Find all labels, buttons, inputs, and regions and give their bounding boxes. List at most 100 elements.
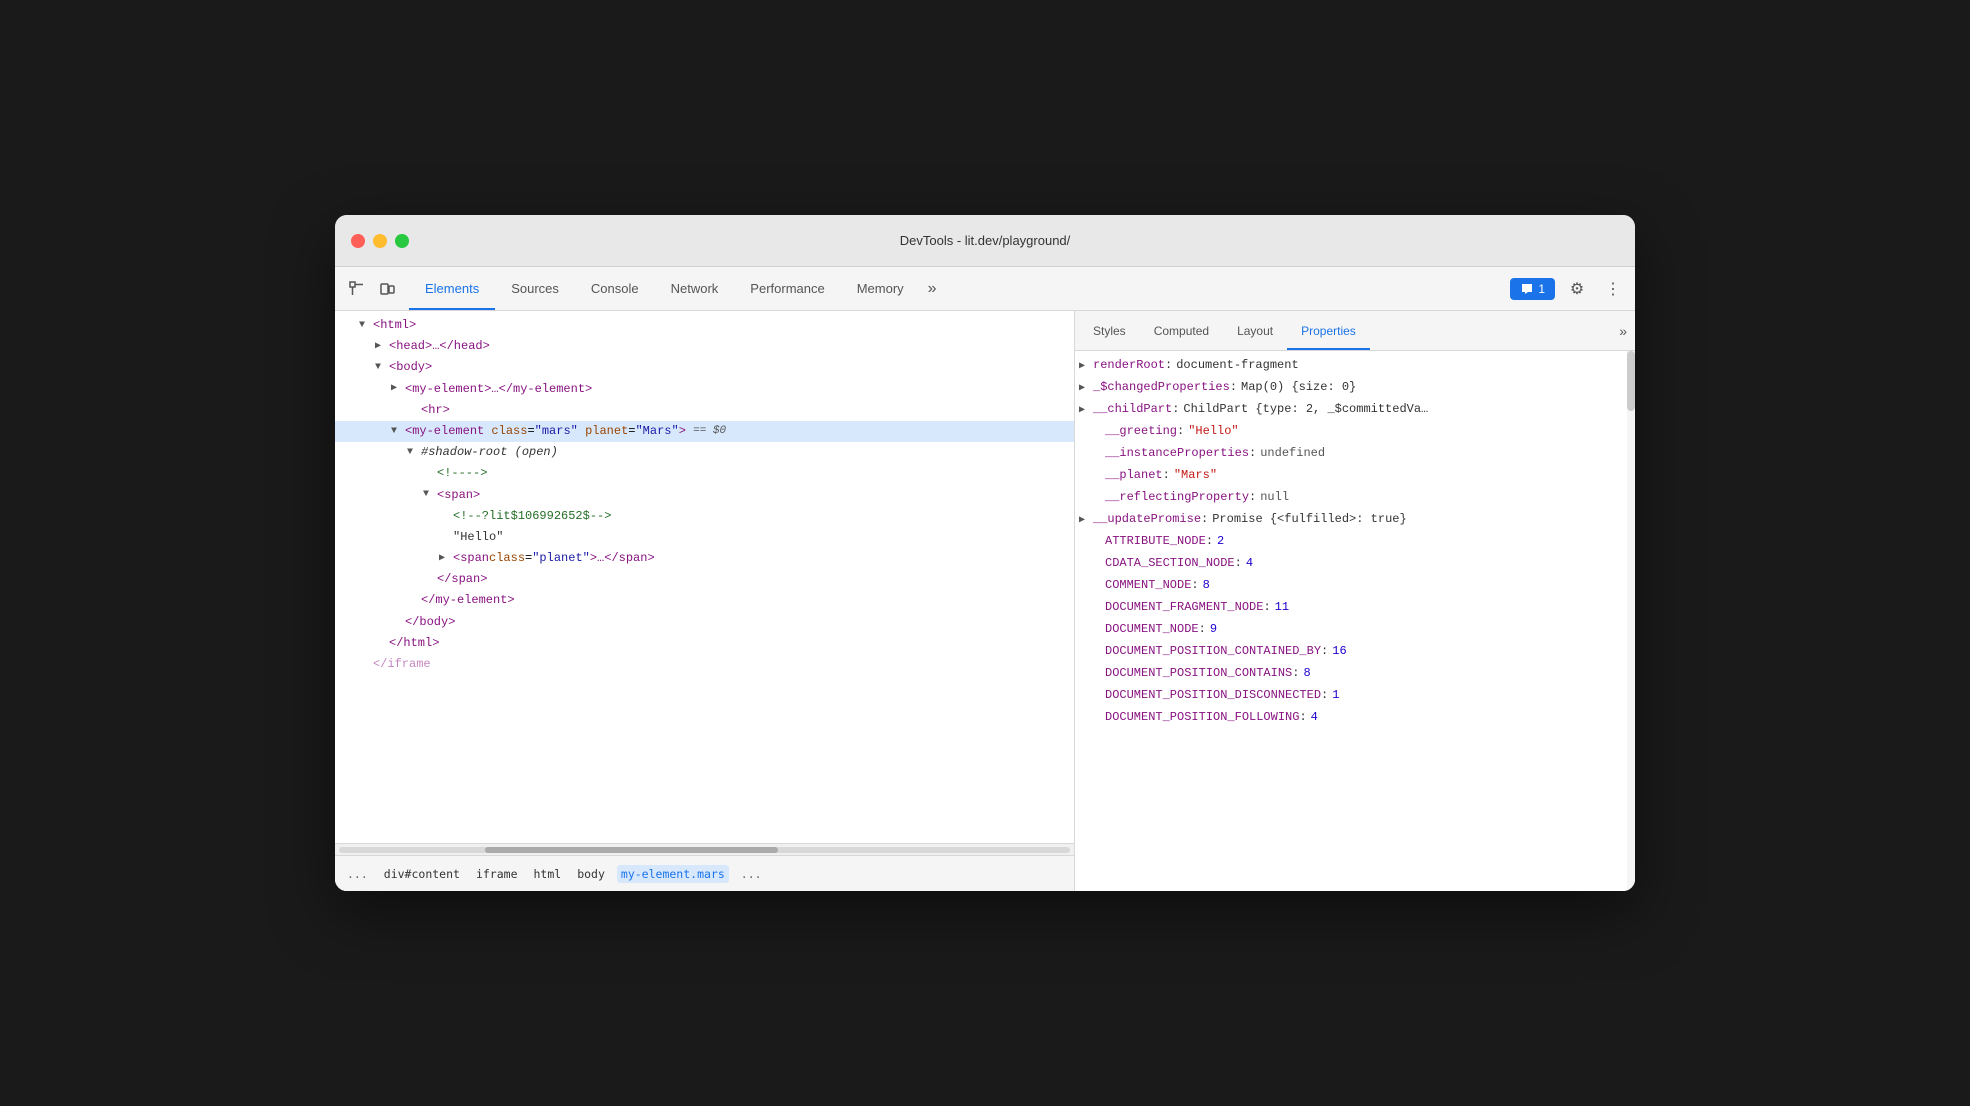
prop-ATTRIBUTE_NODE[interactable]: ATTRIBUTE_NODE : 2: [1075, 531, 1635, 553]
devtools-window: DevTools - lit.dev/playground/ Elements: [335, 215, 1635, 891]
triangle-hr: [407, 402, 419, 418]
dom-line-hello[interactable]: "Hello": [335, 527, 1074, 548]
dom-line-iframe-close[interactable]: </iframe: [335, 654, 1074, 675]
triangle-span-1: ▼: [423, 487, 435, 503]
right-scrollbar-thumb[interactable]: [1627, 351, 1635, 411]
prop-changedProperties[interactable]: ▶ _$changedProperties : Map(0) {size: 0}: [1075, 377, 1635, 399]
right-scrollbar[interactable]: [1627, 351, 1635, 891]
dom-line-span-planet[interactable]: ▶ <span class="planet" >…</span>: [335, 548, 1074, 569]
close-button[interactable]: [351, 234, 365, 248]
prop-DOCUMENT_POSITION_DISCONNECTED[interactable]: DOCUMENT_POSITION_DISCONNECTED : 1: [1075, 685, 1635, 707]
breadcrumb-my-element[interactable]: my-element.mars: [617, 865, 729, 883]
triangle-selected: ▼: [391, 424, 403, 440]
expand-icon-empty: [1091, 644, 1103, 662]
prop-reflectingProperty[interactable]: __reflectingProperty : null: [1075, 487, 1635, 509]
prop-DOCUMENT_FRAGMENT_NODE[interactable]: DOCUMENT_FRAGMENT_NODE : 11: [1075, 597, 1635, 619]
tab-sources[interactable]: Sources: [495, 267, 575, 310]
breadcrumb: ... div#content iframe html body my-elem…: [335, 855, 1074, 891]
prop-DOCUMENT_POSITION_CONTAINS[interactable]: DOCUMENT_POSITION_CONTAINS : 8: [1075, 663, 1635, 685]
tab-memory[interactable]: Memory: [841, 267, 920, 310]
triangle-iframe-close: [359, 657, 371, 673]
prop-DOCUMENT_NODE[interactable]: DOCUMENT_NODE : 9: [1075, 619, 1635, 641]
dom-tree[interactable]: ▼ <html> ▶ <head>…</head> ▼ <body> ▶ <my…: [335, 311, 1074, 843]
dom-line-lit-comment[interactable]: <!--?lit$106992652$-->: [335, 506, 1074, 527]
prop-DOCUMENT_POSITION_CONTAINED_BY[interactable]: DOCUMENT_POSITION_CONTAINED_BY : 16: [1075, 641, 1635, 663]
inspect-element-button[interactable]: [343, 275, 371, 303]
triangle-body-close: [391, 614, 403, 630]
horizontal-scrollbar[interactable]: [335, 843, 1074, 855]
triangle-html-close: [375, 635, 387, 651]
breadcrumb-end-more[interactable]: ...: [737, 865, 766, 883]
settings-button[interactable]: ⚙: [1563, 275, 1591, 303]
minimize-button[interactable]: [373, 234, 387, 248]
dom-line-selected[interactable]: ▼ <my-element class="mars" planet="Mars"…: [335, 421, 1074, 442]
tab-styles[interactable]: Styles: [1079, 311, 1140, 350]
dom-line-html[interactable]: ▼ <html>: [335, 315, 1074, 336]
triangle-shadow-root: ▼: [407, 445, 419, 461]
triangle-body: ▼: [375, 360, 387, 376]
triangle-head: ▶: [375, 339, 387, 355]
right-tabs-more[interactable]: »: [1619, 323, 1627, 339]
chat-button[interactable]: 1: [1510, 278, 1555, 300]
dom-line-body-close[interactable]: </body>: [335, 612, 1074, 633]
maximize-button[interactable]: [395, 234, 409, 248]
more-button[interactable]: ⋮: [1599, 275, 1627, 303]
expand-icon-empty: [1091, 622, 1103, 640]
expand-icon: ▶: [1079, 380, 1091, 398]
expand-icon-empty: [1091, 446, 1103, 464]
prop-planet[interactable]: __planet : "Mars": [1075, 465, 1635, 487]
expand-icon: ▶: [1079, 402, 1091, 420]
right-tabs: Styles Computed Layout Properties »: [1075, 311, 1635, 351]
prop-greeting[interactable]: __greeting : "Hello": [1075, 421, 1635, 443]
main-toolbar: Elements Sources Console Network Perform…: [335, 267, 1635, 311]
prop-instanceProperties[interactable]: __instanceProperties : undefined: [1075, 443, 1635, 465]
dom-line-shadow-root[interactable]: ▼ #shadow-root (open): [335, 442, 1074, 463]
triangle-span-close: [423, 572, 435, 588]
breadcrumb-iframe[interactable]: iframe: [472, 865, 522, 883]
dom-line-my-element-close[interactable]: </my-element>: [335, 590, 1074, 611]
main-tabs: Elements Sources Console Network Perform…: [409, 267, 1510, 310]
dom-line-comment-1[interactable]: <!---->: [335, 463, 1074, 484]
dom-line-span-1[interactable]: ▼ <span>: [335, 485, 1074, 506]
tab-performance[interactable]: Performance: [734, 267, 840, 310]
triangle-html: ▼: [359, 318, 371, 334]
device-toggle-button[interactable]: [373, 275, 401, 303]
prop-DOCUMENT_POSITION_FOLLOWING[interactable]: DOCUMENT_POSITION_FOLLOWING : 4: [1075, 707, 1635, 729]
triangle-my-element-1: ▶: [391, 381, 403, 397]
dom-line-hr[interactable]: <hr>: [335, 400, 1074, 421]
triangle-my-element-close: [407, 593, 419, 609]
window-title: DevTools - lit.dev/playground/: [900, 233, 1071, 248]
scrollbar-track[interactable]: [339, 847, 1070, 853]
expand-icon: ▶: [1079, 358, 1091, 376]
prop-updatePromise[interactable]: ▶ __updatePromise : Promise {<fulfilled>…: [1075, 509, 1635, 531]
prop-childPart[interactable]: ▶ __childPart : ChildPart {type: 2, _$co…: [1075, 399, 1635, 421]
elements-panel: ▼ <html> ▶ <head>…</head> ▼ <body> ▶ <my…: [335, 311, 1075, 891]
expand-icon-empty: [1091, 600, 1103, 618]
tab-network[interactable]: Network: [655, 267, 735, 310]
tab-console[interactable]: Console: [575, 267, 655, 310]
tab-elements[interactable]: Elements: [409, 267, 495, 310]
scrollbar-thumb[interactable]: [485, 847, 777, 853]
triangle-comment-1: [423, 466, 435, 482]
triangle-lit-comment: [439, 508, 451, 524]
expand-icon-empty: [1091, 490, 1103, 508]
tab-computed[interactable]: Computed: [1140, 311, 1223, 350]
breadcrumb-more[interactable]: ...: [343, 865, 372, 883]
breadcrumb-html[interactable]: html: [530, 865, 566, 883]
main-content: ▼ <html> ▶ <head>…</head> ▼ <body> ▶ <my…: [335, 311, 1635, 891]
tab-layout[interactable]: Layout: [1223, 311, 1287, 350]
dom-line-body[interactable]: ▼ <body>: [335, 357, 1074, 378]
dom-line-span-close[interactable]: </span>: [335, 569, 1074, 590]
expand-icon-empty: [1091, 424, 1103, 442]
dom-line-my-element-1[interactable]: ▶ <my-element>…</my-element>: [335, 379, 1074, 400]
tab-properties[interactable]: Properties: [1287, 311, 1370, 350]
prop-CDATA_SECTION_NODE[interactable]: CDATA_SECTION_NODE : 4: [1075, 553, 1635, 575]
breadcrumb-body[interactable]: body: [573, 865, 609, 883]
prop-COMMENT_NODE[interactable]: COMMENT_NODE : 8: [1075, 575, 1635, 597]
prop-renderRoot[interactable]: ▶ renderRoot : document-fragment: [1075, 355, 1635, 377]
more-tabs-button[interactable]: »: [920, 267, 945, 310]
properties-content[interactable]: ▶ renderRoot : document-fragment ▶ _$cha…: [1075, 351, 1635, 891]
breadcrumb-div-content[interactable]: div#content: [380, 865, 464, 883]
dom-line-head[interactable]: ▶ <head>…</head>: [335, 336, 1074, 357]
dom-line-html-close[interactable]: </html>: [335, 633, 1074, 654]
